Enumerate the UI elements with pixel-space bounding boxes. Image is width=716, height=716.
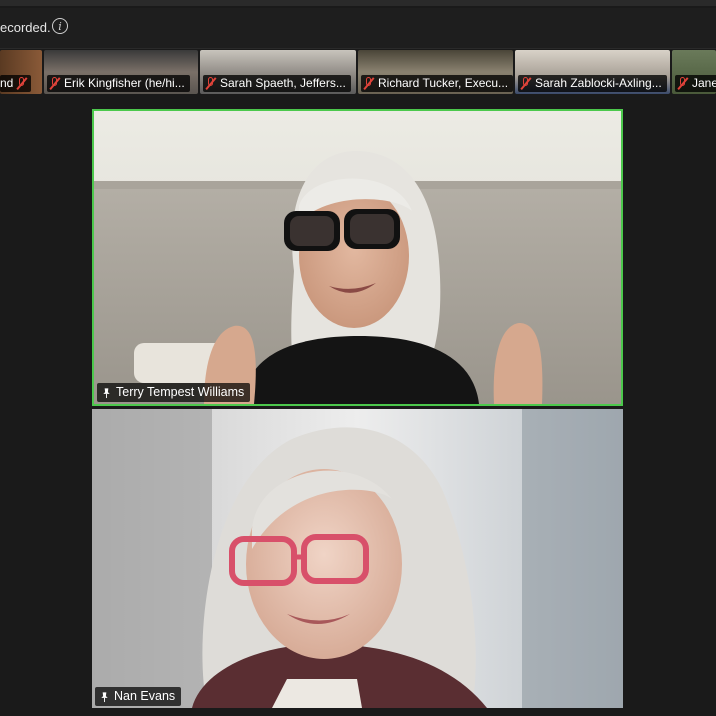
participant-thumbnail[interactable]: Jane	[672, 50, 716, 94]
recording-banner: ecorded. i	[0, 8, 716, 49]
participant-thumbnail[interactable]: Sarah Zablocki-Axling...	[515, 50, 670, 94]
participant-name: nd	[0, 76, 14, 90]
speaker-video-frame	[92, 409, 623, 708]
participant-name: Erik Kingfisher (he/hi...	[64, 76, 185, 90]
participant-name-label: nd	[0, 75, 32, 92]
mic-muted-icon	[678, 77, 687, 90]
participant-thumbnail[interactable]: Richard Tucker, Execu...	[358, 50, 513, 94]
speaker-video-frame	[94, 111, 621, 404]
info-icon[interactable]: i	[52, 18, 68, 34]
speaker-name: Terry Tempest Williams	[116, 385, 245, 399]
recording-notice-text: ecorded.	[0, 20, 51, 35]
participant-name-label: Jane	[675, 75, 716, 92]
participant-thumbnail[interactable]: Erik Kingfisher (he/hi...	[44, 50, 198, 94]
speaker-name: Nan Evans	[114, 689, 176, 703]
speaker-name-tag: Terry Tempest Williams	[97, 383, 251, 402]
participant-name: Sarah Spaeth, Jeffers...	[220, 76, 346, 90]
speaker-name-tag: Nan Evans	[95, 687, 182, 706]
participant-name-label: Sarah Spaeth, Jeffers...	[203, 75, 351, 92]
mic-muted-icon	[364, 77, 373, 90]
participant-thumbnail-strip: nd Erik Kingfisher (he/hi... Sarah Spaet…	[0, 50, 716, 94]
mic-muted-icon	[206, 77, 215, 90]
window-top-edge	[0, 0, 716, 6]
active-speaker-video-tile[interactable]: Terry Tempest Williams	[92, 109, 623, 406]
participant-thumbnail[interactable]: nd	[0, 50, 42, 94]
mic-muted-icon	[17, 77, 26, 90]
participant-name-label: Sarah Zablocki-Axling...	[518, 75, 667, 92]
participant-name: Richard Tucker, Execu...	[378, 76, 509, 90]
mic-muted-icon	[50, 77, 59, 90]
speaker-video-tile[interactable]: Nan Evans	[92, 409, 623, 708]
mic-muted-icon	[521, 77, 530, 90]
participant-name-label: Richard Tucker, Execu...	[361, 75, 513, 92]
participant-name: Jane	[692, 76, 716, 90]
participant-name: Sarah Zablocki-Axling...	[535, 76, 662, 90]
participant-name-label: Erik Kingfisher (he/hi...	[47, 75, 190, 92]
participant-thumbnail[interactable]: Sarah Spaeth, Jeffers...	[200, 50, 356, 94]
pin-icon	[101, 691, 108, 702]
pin-icon	[103, 387, 110, 398]
